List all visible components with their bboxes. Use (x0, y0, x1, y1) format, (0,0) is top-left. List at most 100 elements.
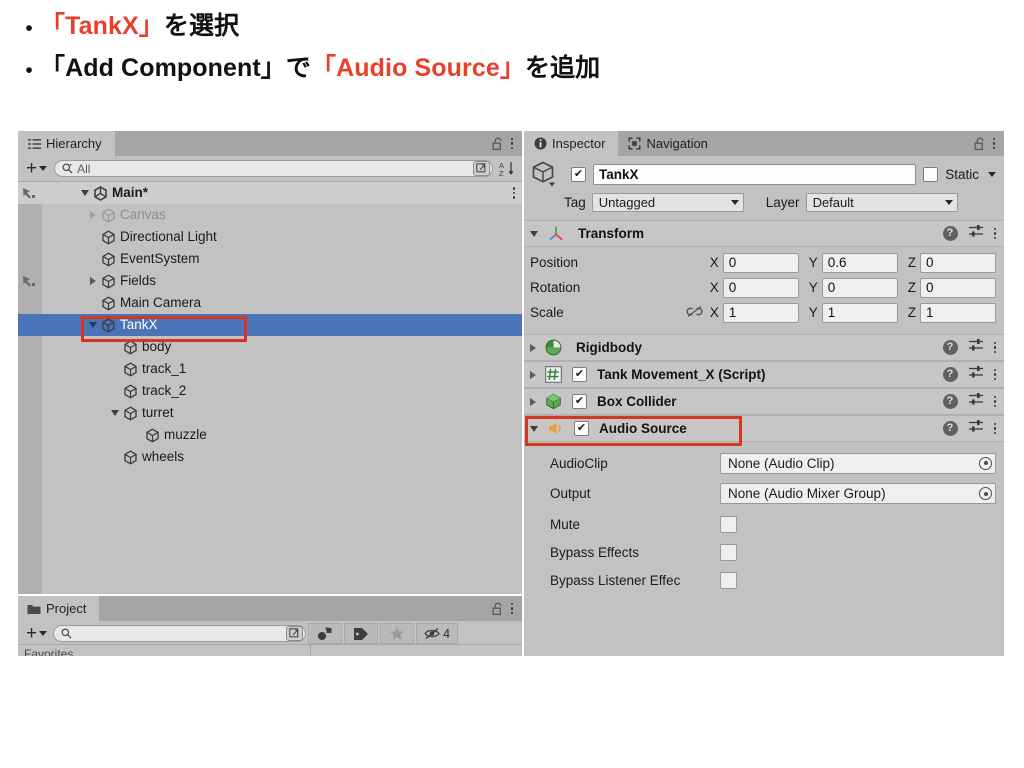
foldout-twisty[interactable] (86, 322, 100, 328)
hierarchy-item-directional-light[interactable]: Directional Light (18, 226, 522, 248)
project-create-button[interactable]: + (22, 624, 51, 643)
tab-navigation-label: Navigation (646, 136, 708, 151)
kebab-menu-icon[interactable] (993, 395, 996, 408)
kebab-menu-icon[interactable] (510, 602, 513, 615)
filter-by-label-icon[interactable] (344, 623, 379, 644)
help-icon[interactable]: ? (942, 340, 958, 355)
scale-x-input[interactable]: 1 (722, 302, 799, 323)
alphabetical-sort-icon[interactable]: AZ (496, 159, 518, 179)
broken-link-icon[interactable] (686, 305, 703, 321)
scale-z-input[interactable]: 1 (920, 302, 996, 323)
help-icon[interactable]: ? (942, 226, 958, 241)
unity-editor-window: Hierarchy + All A Z Main* Canvas Directi… (18, 131, 1004, 656)
save-search-icon[interactable] (473, 161, 490, 176)
lock-open-icon[interactable] (973, 137, 986, 151)
layer-value: Default (812, 194, 854, 210)
help-icon[interactable]: ? (942, 394, 958, 409)
save-search-icon[interactable] (286, 626, 304, 641)
audioclip-object-field[interactable]: None (Audio Clip) (720, 452, 996, 474)
foldout-twisty[interactable] (86, 277, 100, 285)
hierarchy-item-canvas[interactable]: Canvas (18, 204, 522, 226)
hidden-objects-toggle[interactable]: 4 (416, 623, 459, 644)
output-object-field[interactable]: None (Audio Mixer Group) (720, 483, 996, 504)
kebab-menu-icon[interactable] (993, 422, 996, 435)
hierarchy-item-fields[interactable]: Fields (18, 270, 522, 292)
component-header-tank-movement-x[interactable]: Tank Movement_X (Script) ? (524, 361, 1004, 388)
script-foldout-twisty[interactable] (530, 370, 536, 379)
preset-sliders-icon[interactable] (968, 338, 984, 357)
star-icon[interactable] (380, 623, 415, 644)
kebab-menu-icon[interactable] (993, 341, 996, 354)
position-x-input[interactable]: 0 (722, 252, 799, 273)
kebab-menu-icon[interactable] (510, 137, 513, 150)
hierarchy-search-input[interactable]: All (54, 160, 493, 177)
tab-project[interactable]: Project (18, 596, 100, 621)
rotation-y-input[interactable]: 0 (821, 277, 898, 298)
box-collider-foldout-twisty[interactable] (530, 397, 536, 406)
hierarchy-scene-row[interactable]: Main* (18, 182, 522, 204)
hierarchy-item-eventsystem[interactable]: EventSystem (18, 248, 522, 270)
search-icon (62, 163, 73, 174)
audio-source-enabled-checkbox[interactable] (574, 421, 589, 436)
rigidbody-foldout-twisty[interactable] (530, 343, 536, 352)
gameobject-name-input[interactable]: TankX (593, 163, 917, 185)
rotation-z-input[interactable]: 0 (920, 277, 996, 298)
preset-sliders-icon[interactable] (968, 224, 984, 243)
hierarchy-item-muzzle[interactable]: muzzle (18, 424, 522, 446)
component-header-rigidbody[interactable]: Rigidbody ? (524, 334, 1004, 361)
bypass-effects-checkbox[interactable] (720, 543, 737, 561)
prefab-hand-icon (23, 188, 35, 199)
layer-dropdown[interactable]: Default (805, 192, 958, 212)
hierarchy-item-turret[interactable]: turret (18, 402, 522, 424)
hierarchy-tree[interactable]: Main* Canvas Directional Light EventSystem… (18, 182, 522, 594)
hierarchy-item-body[interactable]: body (18, 336, 522, 358)
preset-sliders-icon[interactable] (968, 392, 984, 411)
preset-sliders-icon[interactable] (968, 419, 984, 438)
filter-by-type-icon[interactable] (308, 623, 343, 644)
audio-source-foldout-twisty[interactable] (530, 425, 538, 432)
scene-twisty[interactable] (78, 190, 92, 196)
hierarchy-item-main-camera[interactable]: Main Camera (18, 292, 522, 314)
static-checkbox[interactable] (923, 166, 939, 182)
gameobject-enabled-checkbox[interactable] (571, 166, 586, 182)
hierarchy-item-tankx[interactable]: TankX (18, 314, 522, 336)
chevron-down-icon[interactable] (988, 171, 996, 177)
bullet-segment: 「Audio Source」 (311, 54, 525, 83)
object-picker-icon[interactable] (979, 456, 992, 470)
box-collider-enabled-checkbox[interactable] (572, 394, 587, 409)
mute-checkbox[interactable] (720, 515, 737, 533)
component-header-audio-source[interactable]: Audio Source ? (524, 415, 1004, 446)
component-header-transform[interactable]: Transform ? (524, 220, 1004, 247)
lock-open-icon[interactable] (491, 602, 504, 616)
object-picker-icon[interactable] (979, 487, 992, 500)
tab-navigation[interactable]: Navigation (618, 131, 721, 156)
position-y-input[interactable]: 0.6 (821, 252, 898, 273)
kebab-menu-icon[interactable] (512, 187, 523, 199)
bypass-listener-effects-checkbox[interactable] (720, 571, 737, 589)
preset-sliders-icon[interactable] (968, 365, 984, 384)
script-enabled-checkbox[interactable] (572, 367, 587, 382)
tab-inspector[interactable]: Inspector (524, 131, 619, 156)
foldout-twisty[interactable] (108, 410, 122, 416)
hierarchy-item-track-2[interactable]: track_2 (18, 380, 522, 402)
tag-dropdown[interactable]: Untagged (591, 192, 744, 212)
kebab-menu-icon[interactable] (992, 137, 995, 150)
lock-open-icon[interactable] (491, 137, 504, 151)
help-icon[interactable]: ? (942, 421, 958, 436)
project-search-input[interactable] (53, 625, 307, 642)
position-z-input[interactable]: 0 (920, 252, 996, 273)
rotation-x-input[interactable]: 0 (722, 277, 799, 298)
tab-hierarchy[interactable]: Hierarchy (18, 131, 115, 156)
hierarchy-item-track-1[interactable]: track_1 (18, 358, 522, 380)
component-header-box-collider[interactable]: Box Collider ? (524, 388, 1004, 415)
foldout-twisty[interactable] (86, 211, 100, 219)
hierarchy-item-wheels[interactable]: wheels (18, 446, 522, 468)
create-object-button[interactable]: + (22, 159, 51, 178)
bypass-effects-row: Bypass Effects (524, 538, 1004, 566)
help-icon[interactable]: ? (942, 367, 958, 382)
kebab-menu-icon[interactable] (993, 368, 996, 381)
scale-y-input[interactable]: 1 (821, 302, 898, 323)
transform-foldout-twisty[interactable] (530, 230, 538, 237)
component-title: Transform (578, 226, 645, 241)
kebab-menu-icon[interactable] (993, 227, 996, 240)
